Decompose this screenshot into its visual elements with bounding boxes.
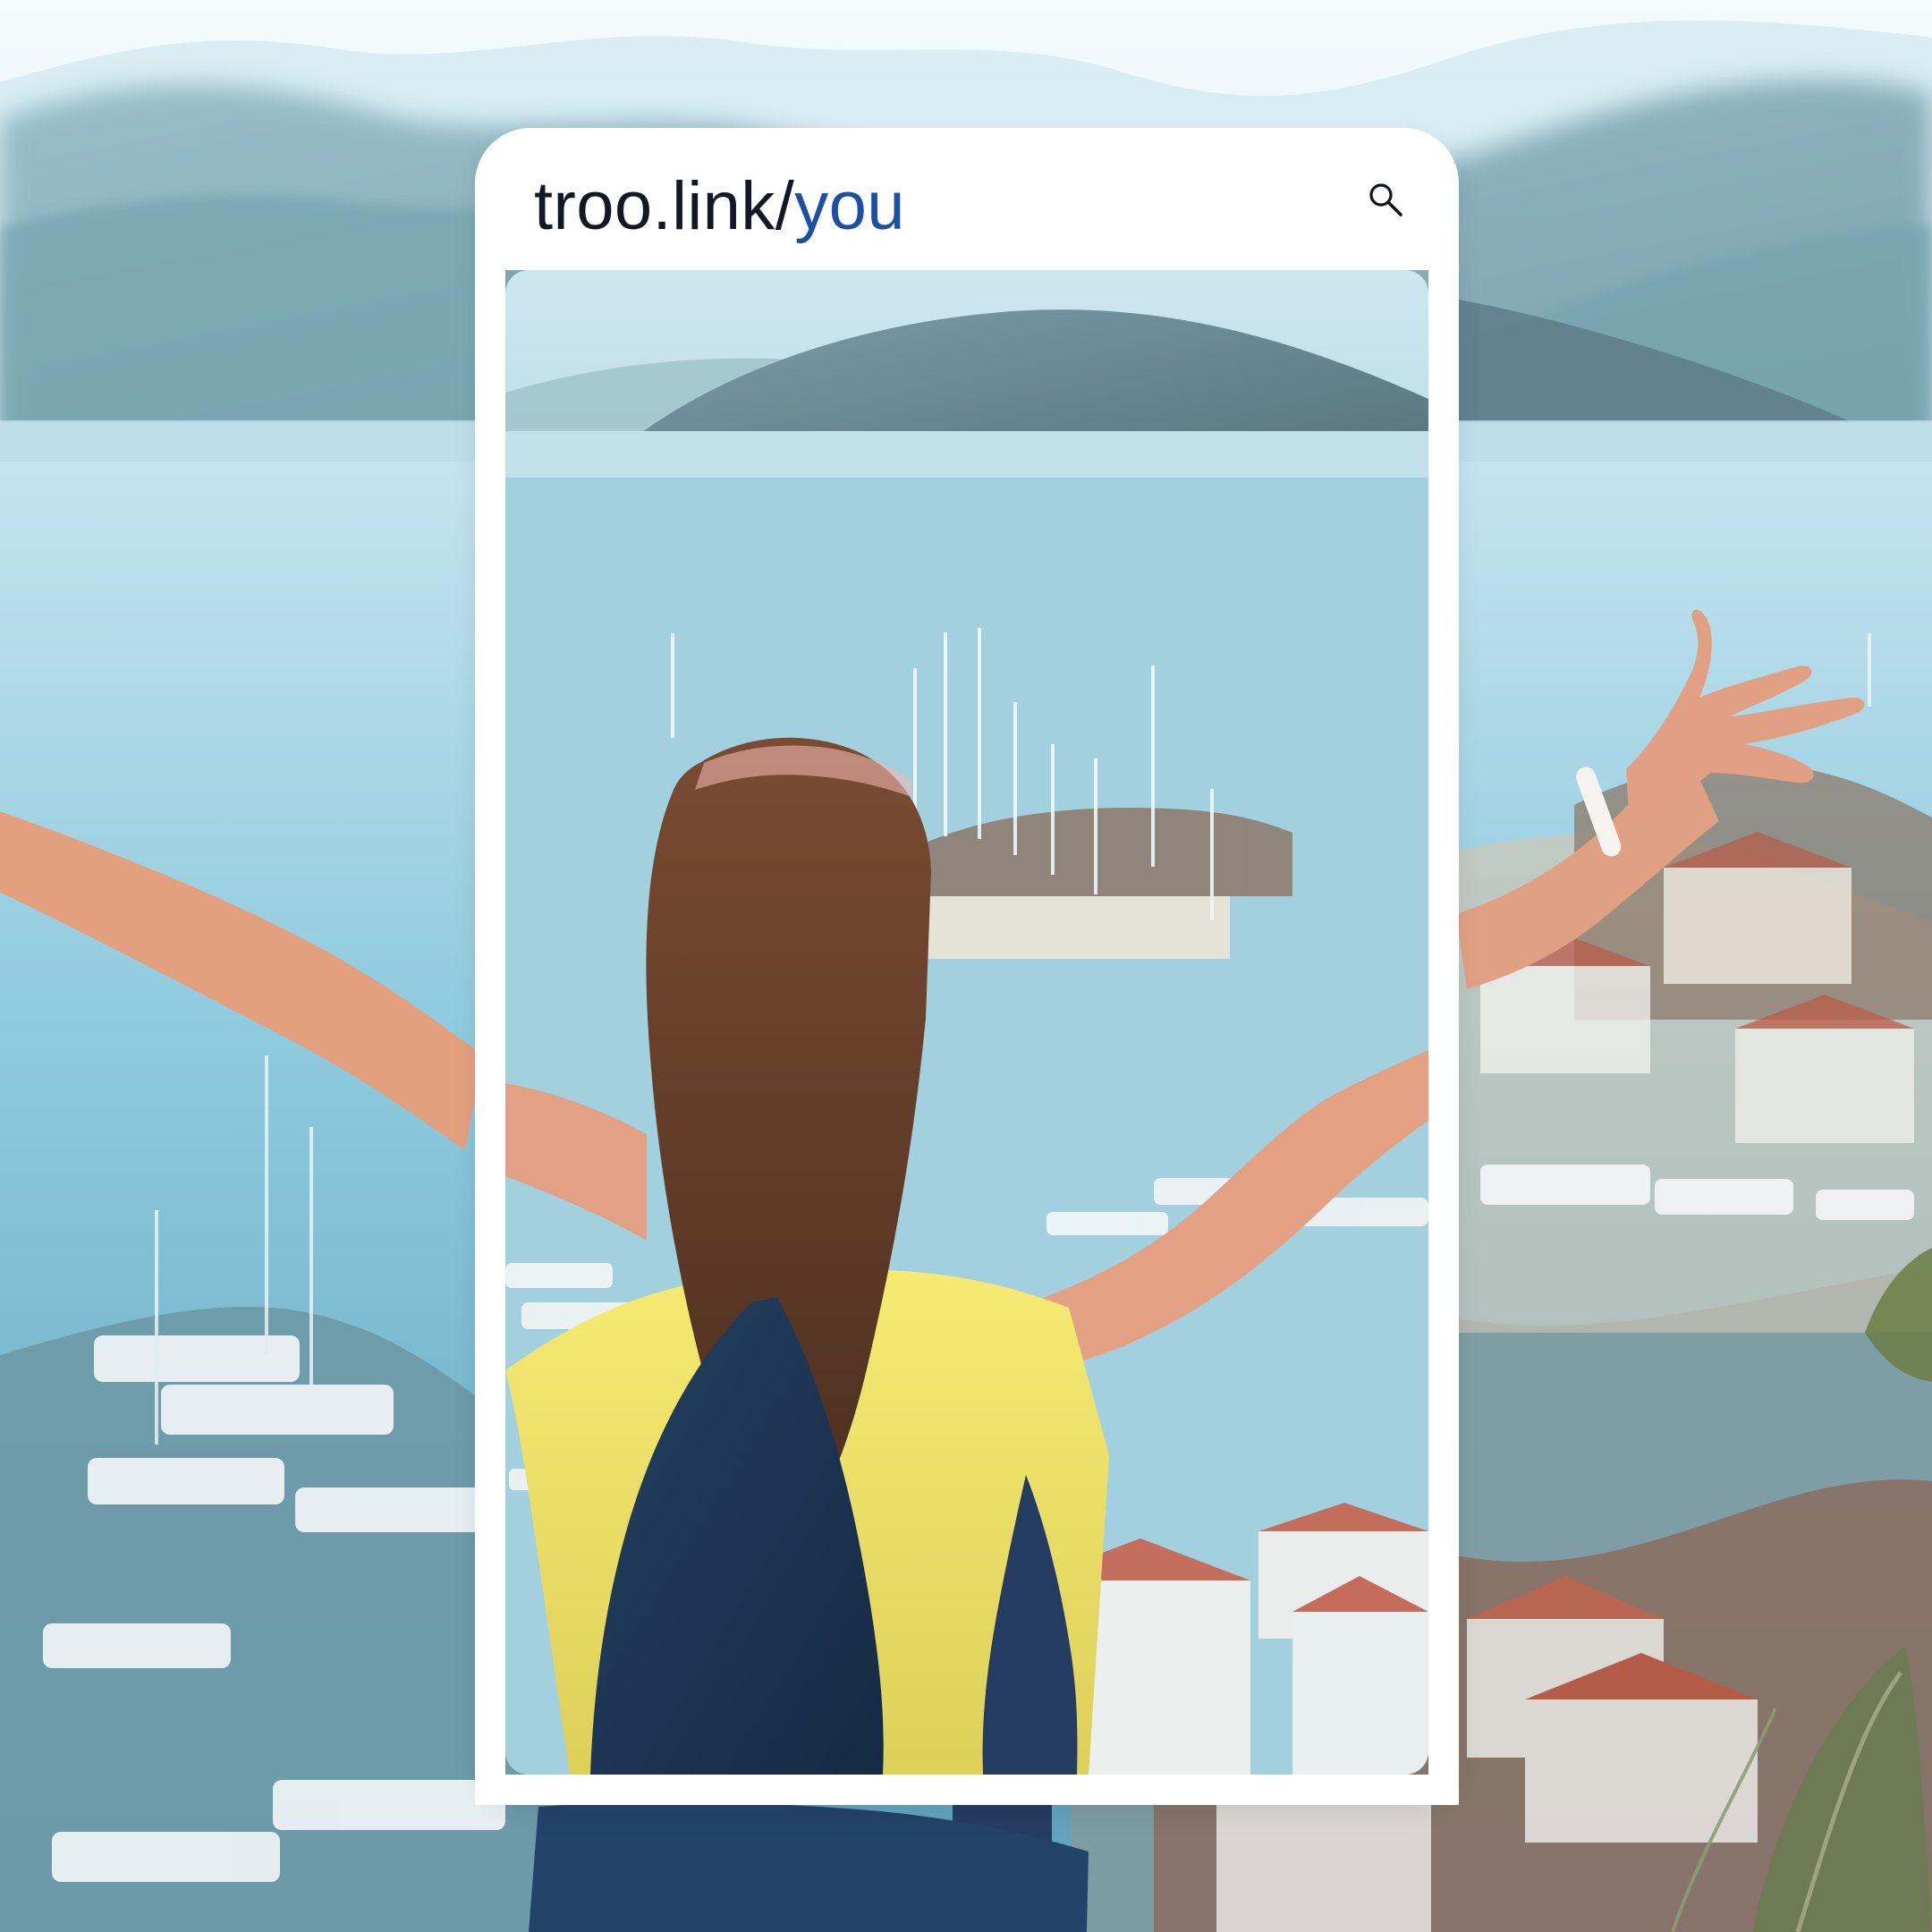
url-path: you: [794, 168, 905, 244]
promo-stage: troo.link/you: [0, 0, 1932, 1932]
url-host: troo.link/: [534, 168, 795, 244]
url-address[interactable]: troo.link/you: [534, 173, 905, 241]
search-icon[interactable]: [1366, 180, 1407, 221]
harbor-background: [0, 0, 1932, 1932]
browser-address-bar: troo.link/you: [475, 128, 1459, 270]
